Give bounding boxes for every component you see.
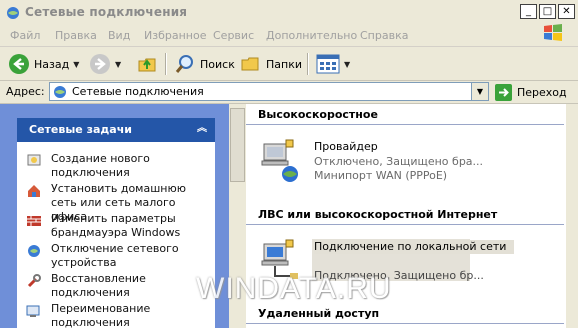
- menu-favorites[interactable]: Избранное: [144, 29, 206, 42]
- folders-label: Папки: [266, 57, 302, 71]
- group-divider: [246, 124, 564, 125]
- address-input[interactable]: Сетевые подключения ▼: [49, 82, 489, 101]
- back-dropdown-icon[interactable]: ▼: [73, 60, 79, 69]
- toolbar-separator: [165, 53, 167, 75]
- back-arrow-icon: [9, 54, 29, 74]
- connection-status: Отключено, Защищено бра...: [314, 155, 484, 168]
- network-tasks-header[interactable]: Сетевые задачи ︽: [17, 118, 215, 142]
- task-repair[interactable]: Восстановление подключения: [26, 272, 211, 300]
- up-folder-button[interactable]: [136, 51, 158, 77]
- repair-icon: [27, 274, 41, 288]
- task-label: Создание нового подключения: [51, 152, 150, 179]
- task-label: Переименование подключения: [51, 302, 151, 329]
- network-tasks-title: Сетевые задачи: [29, 123, 132, 136]
- menu-bar: Файл Правка Вид Избранное Сервис Дополни…: [0, 26, 578, 47]
- menu-edit[interactable]: Правка: [55, 29, 97, 42]
- network-tasks-panel: Сетевые задачи ︽ Создание нового подключ…: [17, 118, 215, 330]
- scrollbar-thumb[interactable]: [230, 108, 245, 182]
- network-connections-icon: [54, 86, 66, 98]
- connection-provider[interactable]: Провайдер Отключено, Защищено бра... Мин…: [260, 138, 560, 188]
- menu-tools[interactable]: Сервис: [213, 29, 254, 42]
- menu-view[interactable]: Вид: [108, 29, 130, 42]
- connection-name: Подключение по локальной сети: [314, 240, 514, 254]
- broadband-connection-icon: [261, 139, 298, 182]
- task-new-connection[interactable]: Создание нового подключения: [26, 152, 211, 180]
- group-divider: [246, 224, 564, 225]
- group-title-dialup: Удаленный доступ: [258, 307, 380, 320]
- minimize-button[interactable]: _: [520, 4, 537, 19]
- close-button[interactable]: ✕: [558, 4, 575, 19]
- back-label: Назад: [34, 57, 70, 71]
- new-connection-icon: [27, 154, 41, 166]
- connection-device: Минипорт WAN (PPPoE): [314, 169, 448, 182]
- task-label: Отключение сетевого устройства: [51, 242, 179, 269]
- address-bar: Адрес: Сетевые подключения ▼ Переход: [0, 81, 578, 104]
- collapse-chevron-icon[interactable]: ︽: [195, 122, 209, 136]
- search-icon: [175, 55, 193, 73]
- home-network-icon: [28, 185, 40, 197]
- forward-button[interactable]: ▼: [89, 51, 121, 77]
- menu-advanced[interactable]: Дополнительно: [266, 29, 357, 42]
- task-label: Изменить параметры брандмауэра Windows: [51, 212, 181, 239]
- views-grid-icon: [316, 54, 340, 74]
- go-arrow-icon: [495, 83, 512, 101]
- address-dropdown-icon[interactable]: ▼: [471, 83, 488, 100]
- menu-help[interactable]: Справка: [360, 29, 408, 42]
- forward-dropdown-icon[interactable]: ▼: [115, 60, 121, 69]
- window-title: Сетевые подключения: [25, 5, 188, 19]
- address-label: Адрес:: [6, 85, 45, 98]
- group-title-lan: ЛВС или высокоскоростной Интернет: [258, 208, 498, 221]
- toolbar: Назад ▼ ▼ Поиск Папки ▼: [0, 47, 578, 81]
- up-folder-icon: [138, 58, 156, 72]
- rename-icon: [26, 305, 40, 317]
- maximize-button[interactable]: □: [539, 4, 556, 19]
- folders-button[interactable]: Папки: [240, 51, 302, 77]
- disable-device-icon: [28, 245, 40, 257]
- windows-logo-icon: [544, 24, 562, 41]
- task-firewall[interactable]: Изменить параметры брандмауэра Windows: [26, 212, 211, 240]
- views-dropdown-icon[interactable]: ▼: [344, 60, 350, 69]
- search-label: Поиск: [200, 57, 235, 71]
- go-label: Переход: [517, 85, 567, 99]
- connection-name: Провайдер: [314, 140, 378, 153]
- go-button[interactable]: Переход: [495, 82, 567, 102]
- watermark: WINDATA.RU: [196, 272, 392, 305]
- folders-icon: [241, 57, 259, 71]
- menu-file[interactable]: Файл: [10, 29, 40, 42]
- forward-arrow-icon: [90, 54, 110, 74]
- task-disable-device[interactable]: Отключение сетевого устройства: [26, 242, 211, 270]
- address-value: Сетевые подключения: [72, 85, 204, 98]
- views-button[interactable]: ▼: [316, 51, 350, 77]
- content-scrollbar[interactable]: [566, 104, 578, 328]
- network-connections-icon: [7, 7, 19, 19]
- task-label: Восстановление подключения: [51, 272, 146, 299]
- firewall-icon: [27, 216, 41, 226]
- back-button[interactable]: Назад ▼: [8, 51, 79, 77]
- group-title-broadband: Высокоскоростное: [258, 108, 378, 121]
- search-button[interactable]: Поиск: [174, 51, 235, 77]
- title-bar: Сетевые подключения _ □ ✕: [0, 0, 578, 26]
- group-divider: [246, 323, 564, 324]
- task-rename[interactable]: Переименование подключения: [26, 302, 211, 330]
- toolbar-separator: [307, 53, 309, 75]
